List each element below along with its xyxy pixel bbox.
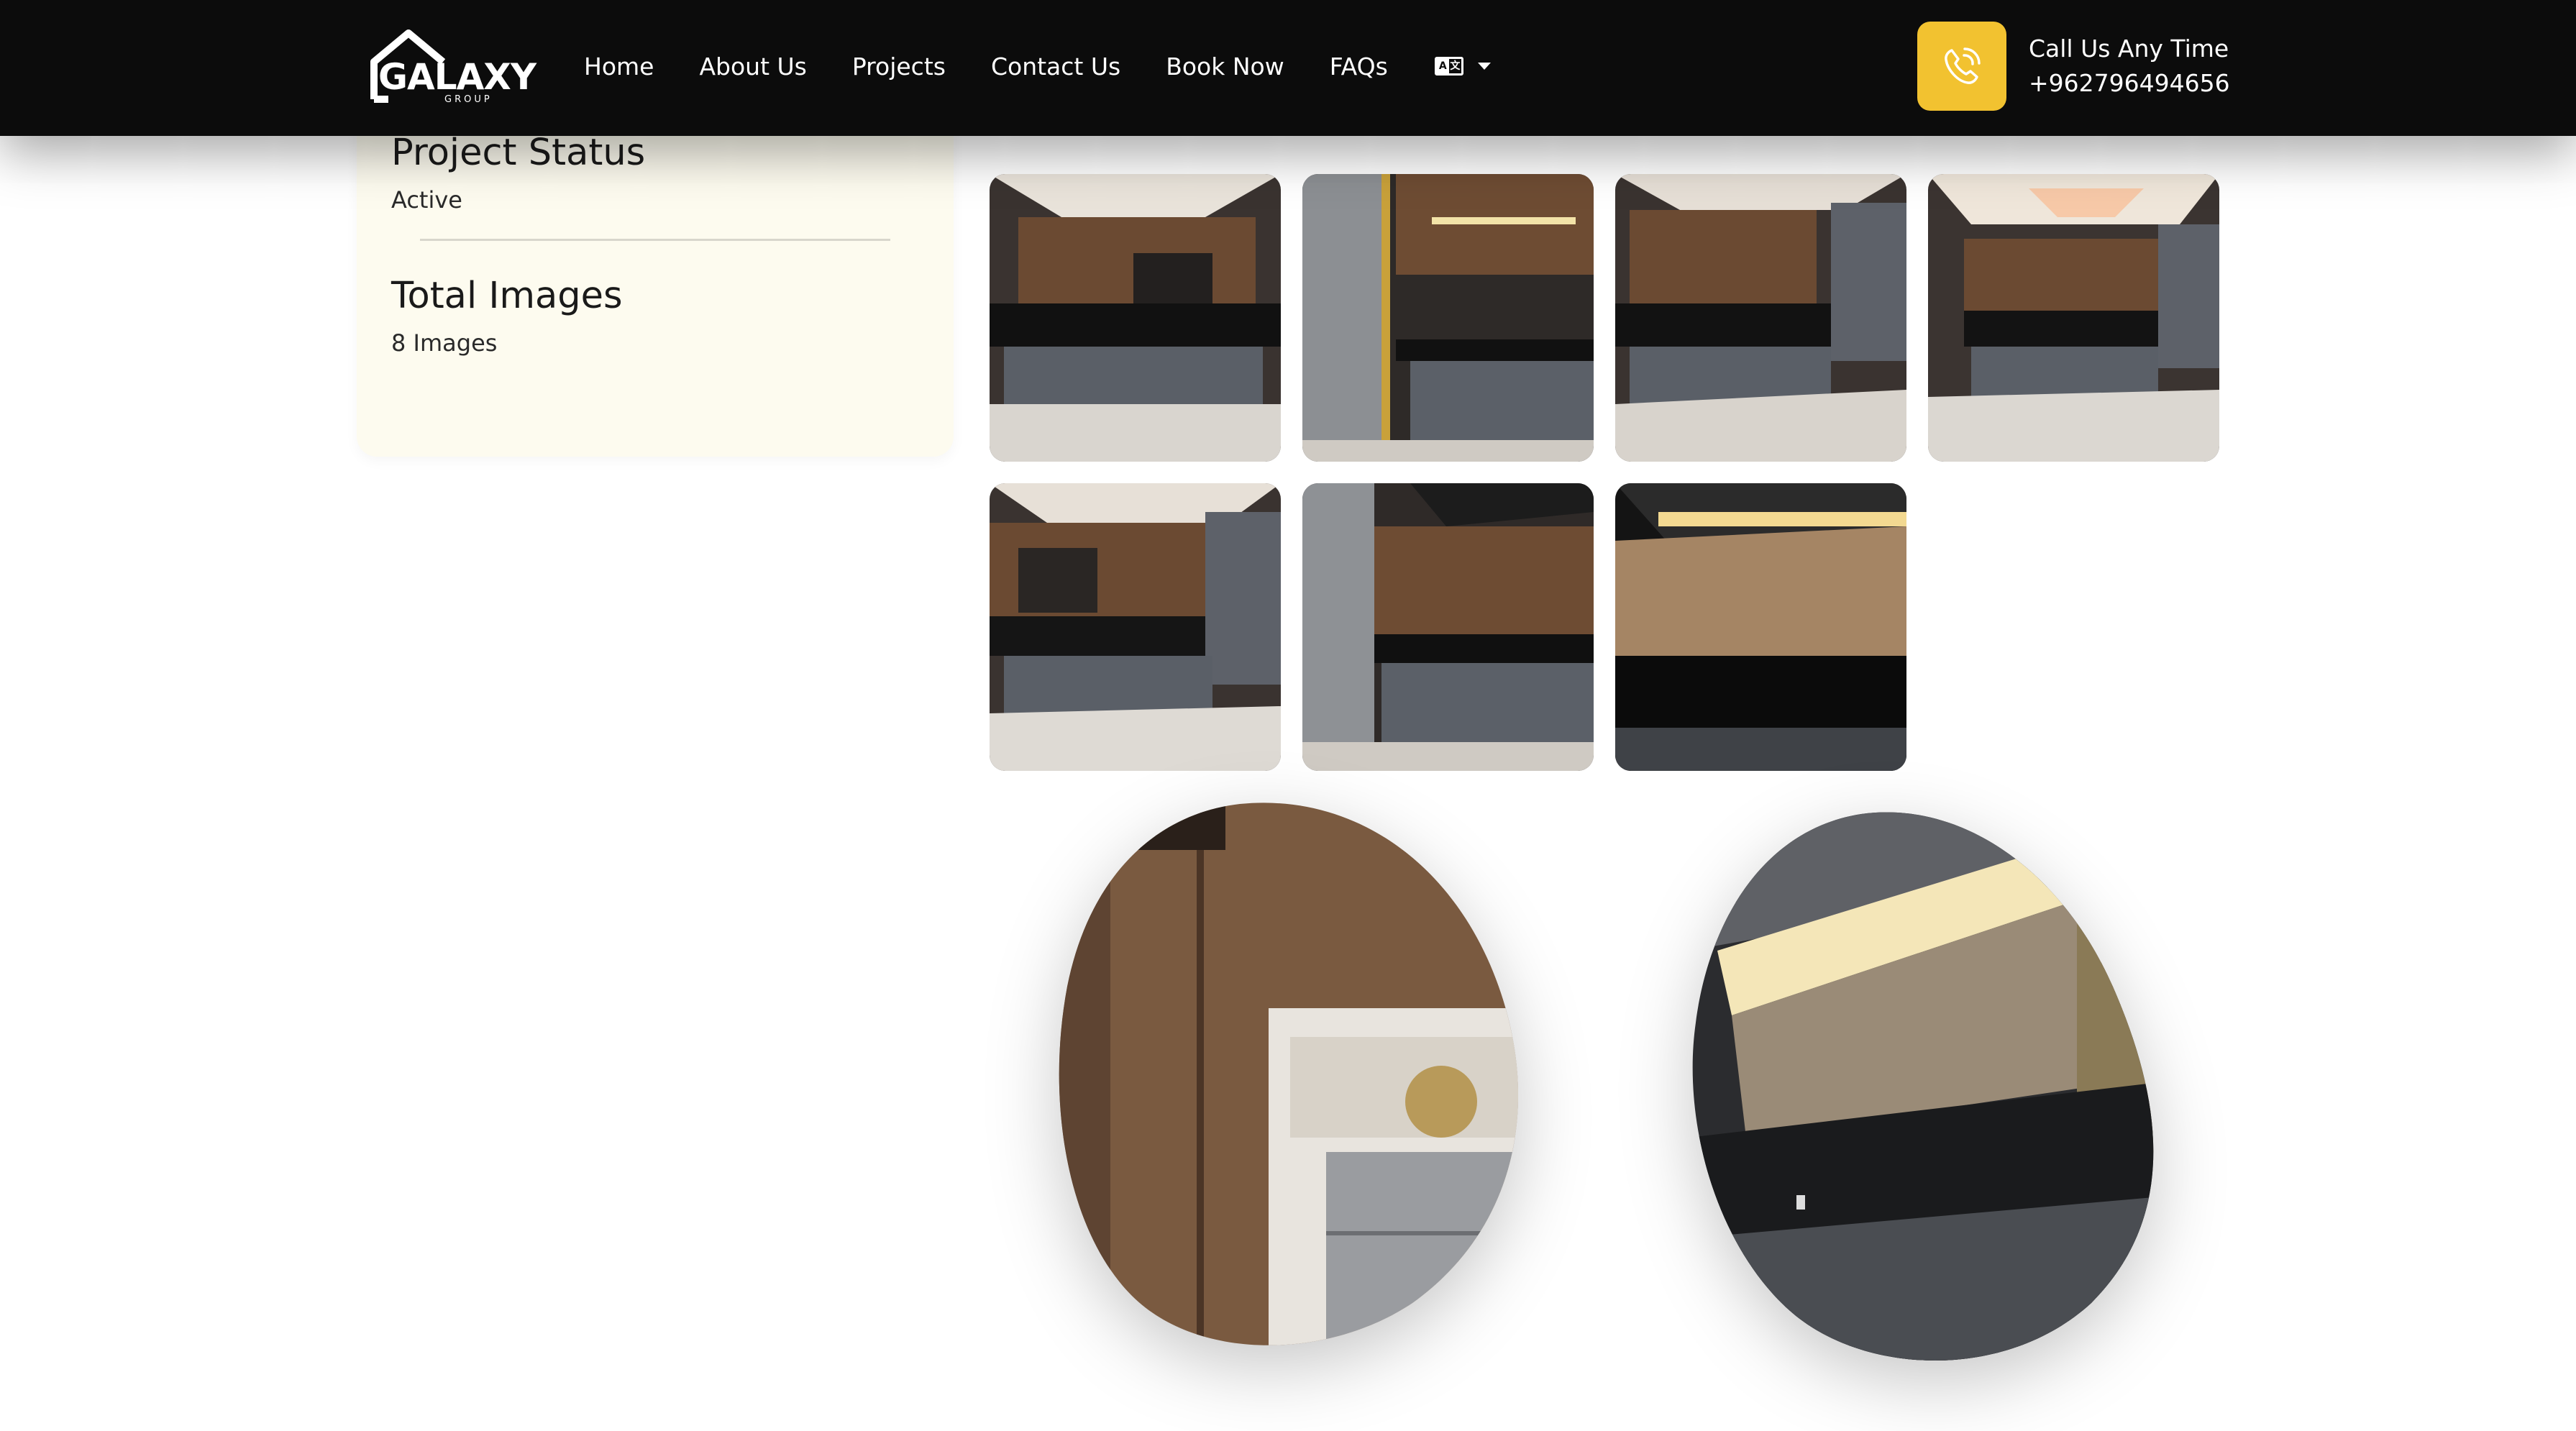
- call-info: Call Us Any Time +962796494656: [2029, 32, 2230, 101]
- project-status-title: Project Status: [391, 132, 646, 174]
- gallery-thumbnail[interactable]: [990, 174, 1281, 462]
- kitchen-image: [990, 174, 1281, 462]
- project-status-value: Active: [391, 186, 462, 214]
- gallery-thumbnail[interactable]: [1302, 174, 1594, 462]
- site-header: GALAXY GROUP Home About Us Projects Cont…: [0, 0, 2576, 136]
- kitchen-image: [1059, 803, 1518, 1345]
- nav-home[interactable]: Home: [584, 52, 654, 81]
- main-nav: Home About Us Projects Contact Us Book N…: [584, 0, 1491, 132]
- logo-subtitle: GROUP: [444, 94, 493, 105]
- kitchen-image: [1692, 812, 2154, 1361]
- kitchen-image: [1615, 174, 1906, 462]
- nav-contact-us[interactable]: Contact Us: [991, 52, 1120, 81]
- nav-projects[interactable]: Projects: [852, 52, 946, 81]
- kitchen-image: [1302, 483, 1594, 771]
- logo-wordmark: GALAXY: [378, 56, 536, 98]
- phone-icon: [1945, 47, 1981, 84]
- nav-faqs[interactable]: FAQs: [1330, 52, 1388, 81]
- nav-about-us[interactable]: About Us: [699, 52, 806, 81]
- kitchen-image: [1615, 483, 1906, 771]
- kitchen-image: [1928, 174, 2219, 462]
- nav-book-now[interactable]: Book Now: [1166, 52, 1284, 81]
- language-icon: A文: [1434, 57, 1463, 76]
- total-images-value: 8 Images: [391, 329, 498, 357]
- call-label: Call Us Any Time: [2029, 35, 2229, 63]
- chevron-down-icon: [1477, 63, 1491, 70]
- gallery-thumbnail[interactable]: [990, 483, 1281, 771]
- divider: [420, 239, 890, 241]
- gallery-thumbnail[interactable]: [1928, 174, 2219, 462]
- gallery-thumbnail[interactable]: [1302, 483, 1594, 771]
- galaxy-logo[interactable]: GALAXY GROUP: [368, 27, 537, 108]
- call-button[interactable]: [1917, 22, 2006, 111]
- kitchen-image: [990, 483, 1281, 771]
- kitchen-image: [1302, 174, 1594, 462]
- call-number[interactable]: +962796494656: [2029, 66, 2230, 101]
- total-images-title: Total Images: [391, 275, 623, 317]
- featured-image[interactable]: [1689, 807, 2178, 1368]
- gallery-thumbnail[interactable]: [1615, 483, 1906, 771]
- gallery-thumbnail[interactable]: [1615, 174, 1906, 462]
- language-dropdown[interactable]: A文: [1434, 57, 1491, 76]
- featured-image[interactable]: [1053, 800, 1527, 1353]
